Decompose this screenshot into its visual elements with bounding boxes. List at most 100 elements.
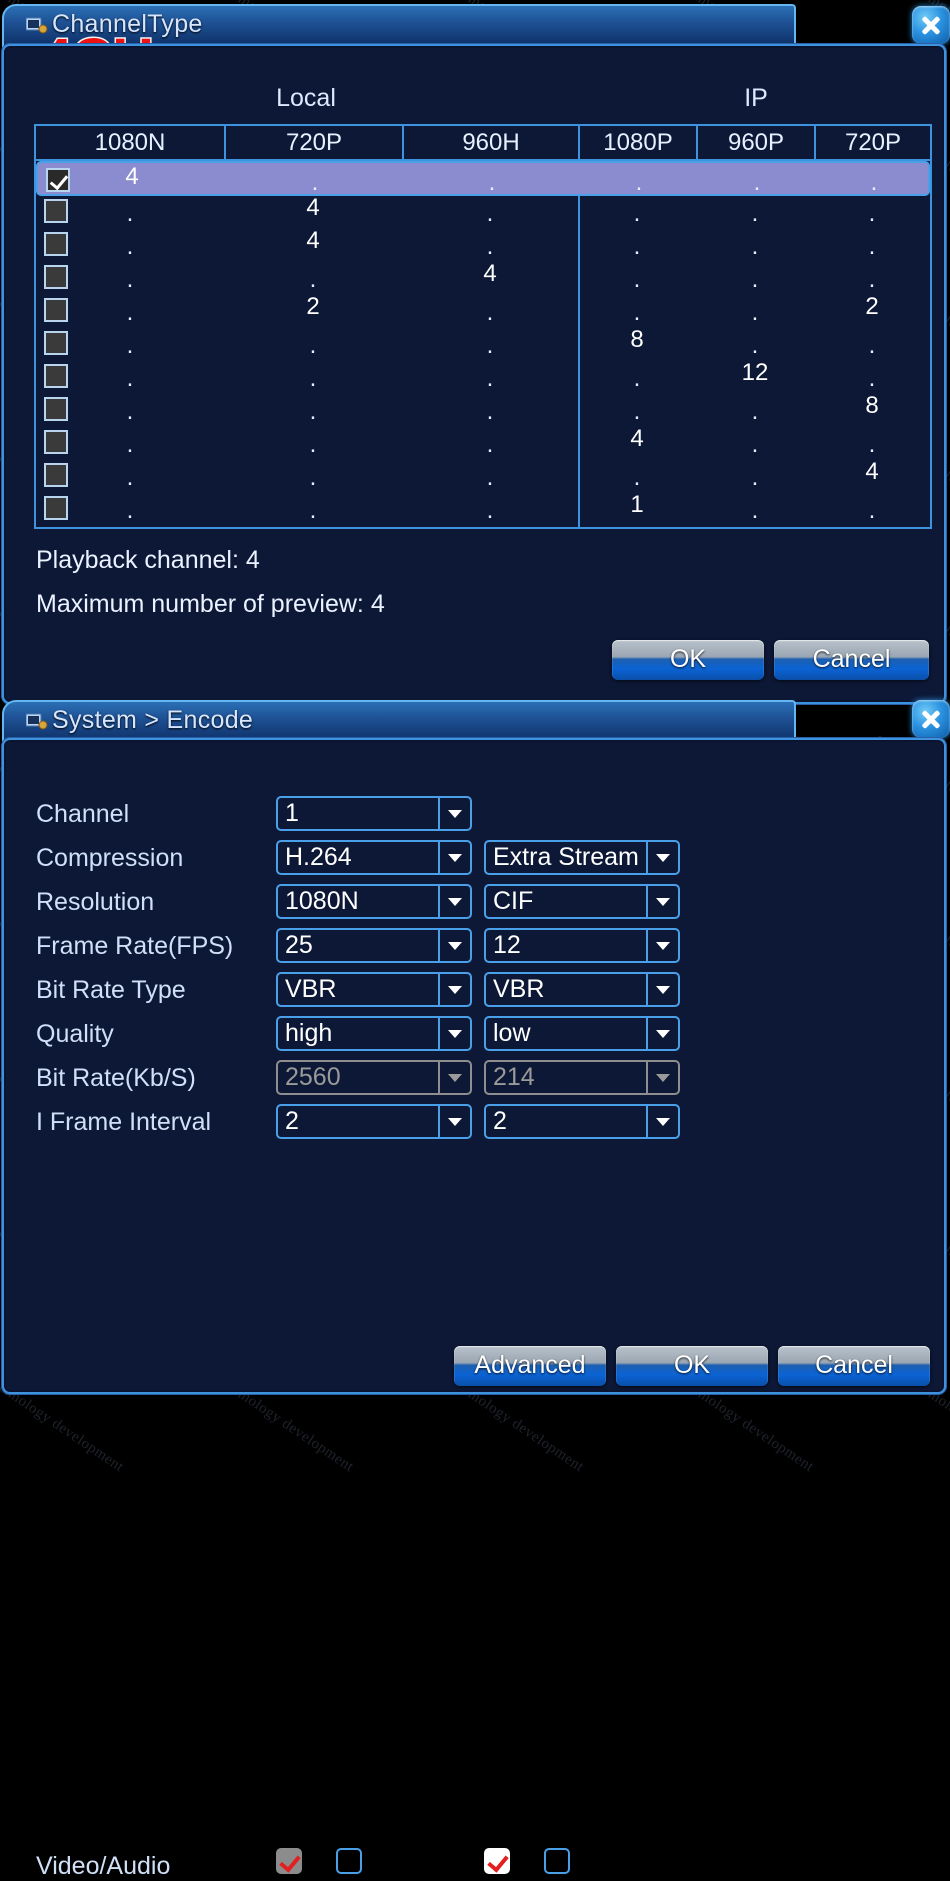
table-row[interactable]: . 4.... (36, 227, 930, 260)
select-main-resolution[interactable]: 1080N (276, 884, 472, 919)
select-main-compression[interactable]: H.264 (276, 840, 472, 875)
cancel-button[interactable]: Cancel (778, 1346, 930, 1386)
table-cell-value: 4 (483, 260, 497, 287)
selected-value: high (285, 1019, 333, 1047)
cancel-button[interactable]: Cancel (774, 640, 929, 680)
table-cell-empty: . (751, 200, 759, 227)
video-checkbox[interactable] (484, 1848, 510, 1874)
ok-button[interactable]: OK (612, 640, 764, 680)
video-audio-label: Video/Audio (36, 1852, 171, 1880)
table-cell-empty: . (486, 332, 494, 359)
table-cell-empty: . (126, 365, 134, 392)
chevron-down-icon (438, 1062, 470, 1093)
table-cell-empty: . (486, 200, 494, 227)
table-cell-value: 2 (306, 293, 320, 320)
audio-checkbox[interactable] (544, 1848, 570, 1874)
channel-type-body: Local IP 1080N 720P 960H 1080P 960P 720P… (2, 44, 946, 704)
chevron-down-icon (646, 974, 678, 1005)
table-cell-empty: . (486, 365, 494, 392)
selected-value: H.264 (285, 843, 352, 871)
chevron-down-icon (438, 1106, 470, 1137)
column-header-1080n: 1080N (94, 129, 166, 156)
select-main-bit-rate-kb-s: 2560 (276, 1060, 472, 1095)
table-row[interactable]: ..... 8 (36, 392, 930, 425)
selected-value: VBR (285, 975, 337, 1003)
table-cell-empty: . (633, 200, 641, 227)
table-cell-value: 4 (306, 227, 320, 254)
select-sub-i-frame-interval[interactable]: 2 (484, 1104, 680, 1139)
table-cell-value: 12 (741, 359, 769, 386)
selected-value: CIF (493, 887, 534, 915)
table-cell-empty: . (633, 365, 641, 392)
select-sub-frame-rate-fps[interactable]: 12 (484, 928, 680, 963)
select-main-bit-rate-type[interactable]: VBR (276, 972, 472, 1007)
select-main-quality[interactable]: high (276, 1016, 472, 1051)
selected-value: 214 (493, 1063, 535, 1091)
encode-body: Channel 1 Compression H.264 Extra Stream Reso… (2, 738, 946, 1880)
table-cell-empty: . (309, 332, 317, 359)
table-cell-empty: . (751, 299, 759, 326)
encode-title: System > Encode (52, 706, 254, 734)
field-label-frame-rate-fps: Frame Rate(FPS) (36, 932, 234, 960)
table-row[interactable]: 4..... (36, 161, 930, 196)
table-cell-empty: . (126, 266, 134, 293)
ok-button[interactable]: OK (616, 1346, 768, 1386)
table-cell-empty: . (751, 431, 759, 458)
column-header-960p: 960P (696, 126, 814, 159)
table-cell-empty: . (126, 332, 134, 359)
table-cell-empty: . (309, 431, 317, 458)
select-sub-bit-rate-kb-s: 214 (484, 1060, 680, 1095)
table-cell-empty: . (633, 464, 641, 491)
table-row[interactable]: ... 1.. (36, 491, 930, 524)
table-cell-empty: . (126, 464, 134, 491)
chevron-down-icon (438, 798, 470, 829)
column-header-1080p: 1080P (578, 126, 696, 159)
audio-checkbox[interactable] (336, 1848, 362, 1874)
select-sub-compression[interactable]: Extra Stream (484, 840, 680, 875)
table-row[interactable]: .... 12. (36, 359, 930, 392)
select-sub-quality[interactable]: low (484, 1016, 680, 1051)
table-cell-value: 1 (630, 491, 644, 518)
table-cell-empty: . (309, 266, 317, 293)
chevron-down-icon (438, 842, 470, 873)
field-label-bit-rate-kb-s: Bit Rate(Kb/S) (36, 1064, 196, 1092)
table-cell-empty: . (126, 497, 134, 524)
table-row[interactable]: . 4.... (36, 194, 930, 227)
table-rows: 4......4.....4......4....2...2...8......… (36, 161, 930, 527)
table-cell-empty: . (635, 169, 643, 196)
channel-type-dialog: ChannelType 4CH Local IP 1080N 720P 960H… (2, 4, 950, 704)
table-cell-empty: . (633, 266, 641, 293)
selected-value: Extra Stream (493, 843, 639, 871)
table-cell-empty: . (751, 233, 759, 260)
chevron-down-icon (646, 930, 678, 961)
table-cell-empty: . (870, 169, 878, 196)
select-sub-bit-rate-type[interactable]: VBR (484, 972, 680, 1007)
selected-value: 1 (285, 799, 299, 827)
select-main-i-frame-interval[interactable]: 2 (276, 1104, 472, 1139)
video-checkbox[interactable] (276, 1848, 302, 1874)
table-row[interactable]: ..... 4 (36, 458, 930, 491)
table-row[interactable]: ... 8.. (36, 326, 930, 359)
select-main-channel[interactable]: 1 (276, 796, 472, 831)
encode-window-icon (26, 713, 48, 730)
close-icon[interactable] (912, 700, 950, 738)
chevron-down-icon (646, 1106, 678, 1137)
select-sub-resolution[interactable]: CIF (484, 884, 680, 919)
select-main-frame-rate-fps[interactable]: 25 (276, 928, 472, 963)
table-cell-empty: . (868, 431, 876, 458)
table-cell-empty: . (868, 332, 876, 359)
close-icon[interactable] (912, 6, 950, 44)
table-row[interactable]: . 2... 2 (36, 293, 930, 326)
selected-value: VBR (493, 975, 545, 1003)
table-cell-empty: . (486, 431, 494, 458)
table-cell-empty: . (868, 266, 876, 293)
table-row[interactable]: ... 4.. (36, 425, 930, 458)
table-cell-empty: . (309, 464, 317, 491)
table-cell-empty: . (751, 332, 759, 359)
selected-value: low (493, 1019, 531, 1047)
field-label-compression: Compression (36, 844, 184, 872)
table-row[interactable]: .. 4... (36, 260, 930, 293)
advanced-button[interactable]: Advanced (454, 1346, 606, 1386)
table-cell-empty: . (751, 266, 759, 293)
table-cell-empty: . (751, 464, 759, 491)
